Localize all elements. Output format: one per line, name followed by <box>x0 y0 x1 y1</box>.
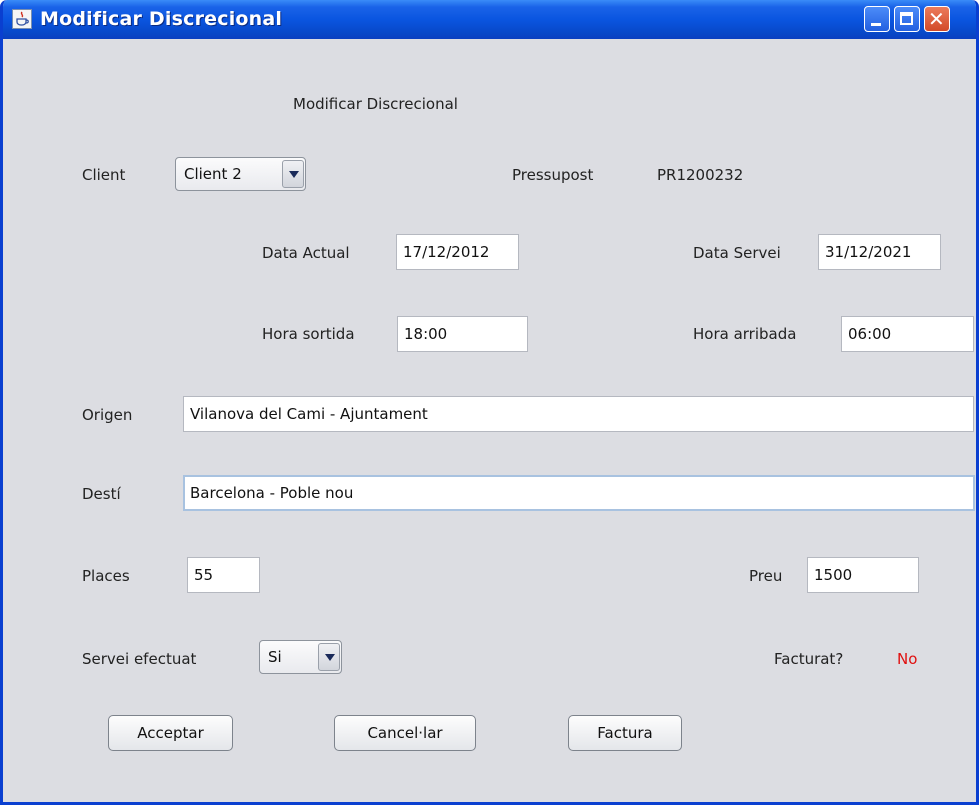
hora-arribada-field[interactable]: 06:00 <box>841 316 974 352</box>
dialog-window: Modificar Discrecional ✕ Modificar Discr… <box>0 0 979 805</box>
chevron-down-icon[interactable] <box>282 160 304 188</box>
pressupost-value: PR1200232 <box>657 166 744 184</box>
places-field[interactable]: 55 <box>187 557 260 593</box>
servei-efectuat-value: Si <box>268 648 282 666</box>
origen-label: Origen <box>82 406 133 424</box>
preu-field[interactable]: 1500 <box>807 557 919 593</box>
title-bar[interactable]: Modificar Discrecional ✕ <box>3 0 976 39</box>
data-actual-label: Data Actual <box>262 244 350 262</box>
maximize-button[interactable] <box>894 6 920 32</box>
client-combo-value: Client 2 <box>184 165 242 183</box>
accept-button[interactable]: Acceptar <box>108 715 233 751</box>
data-servei-field[interactable]: 31/12/2021 <box>818 234 941 270</box>
places-label: Places <box>82 567 130 585</box>
data-actual-field[interactable]: 17/12/2012 <box>396 234 519 270</box>
form-heading: Modificar Discrecional <box>293 95 458 113</box>
chevron-down-icon[interactable] <box>318 643 340 671</box>
client-label: Client <box>82 166 126 184</box>
facturat-label: Facturat? <box>774 650 844 668</box>
hora-arribada-label: Hora arribada <box>693 325 797 343</box>
hora-sortida-label: Hora sortida <box>262 325 355 343</box>
java-cup-icon[interactable] <box>12 9 32 29</box>
close-button[interactable]: ✕ <box>924 6 950 32</box>
origen-field[interactable]: Vilanova del Cami - Ajuntament <box>183 396 974 432</box>
preu-label: Preu <box>749 567 783 585</box>
client-combo[interactable]: Client 2 <box>175 157 306 191</box>
desti-label: Destí <box>82 485 121 503</box>
minimize-icon <box>871 23 881 26</box>
minimize-button[interactable] <box>864 6 890 32</box>
hora-sortida-field[interactable]: 18:00 <box>397 316 528 352</box>
desti-field[interactable]: Barcelona - Poble nou <box>183 475 975 511</box>
pressupost-label: Pressupost <box>512 166 594 184</box>
data-servei-label: Data Servei <box>693 244 781 262</box>
invoice-button[interactable]: Factura <box>568 715 682 751</box>
window-title: Modificar Discrecional <box>40 8 283 30</box>
cancel-button[interactable]: Cancel·lar <box>334 715 476 751</box>
maximize-icon <box>900 12 913 25</box>
servei-efectuat-combo[interactable]: Si <box>259 640 342 674</box>
close-icon: ✕ <box>928 7 945 31</box>
servei-efectuat-label: Servei efectuat <box>82 650 197 668</box>
facturat-value: No <box>897 650 918 668</box>
